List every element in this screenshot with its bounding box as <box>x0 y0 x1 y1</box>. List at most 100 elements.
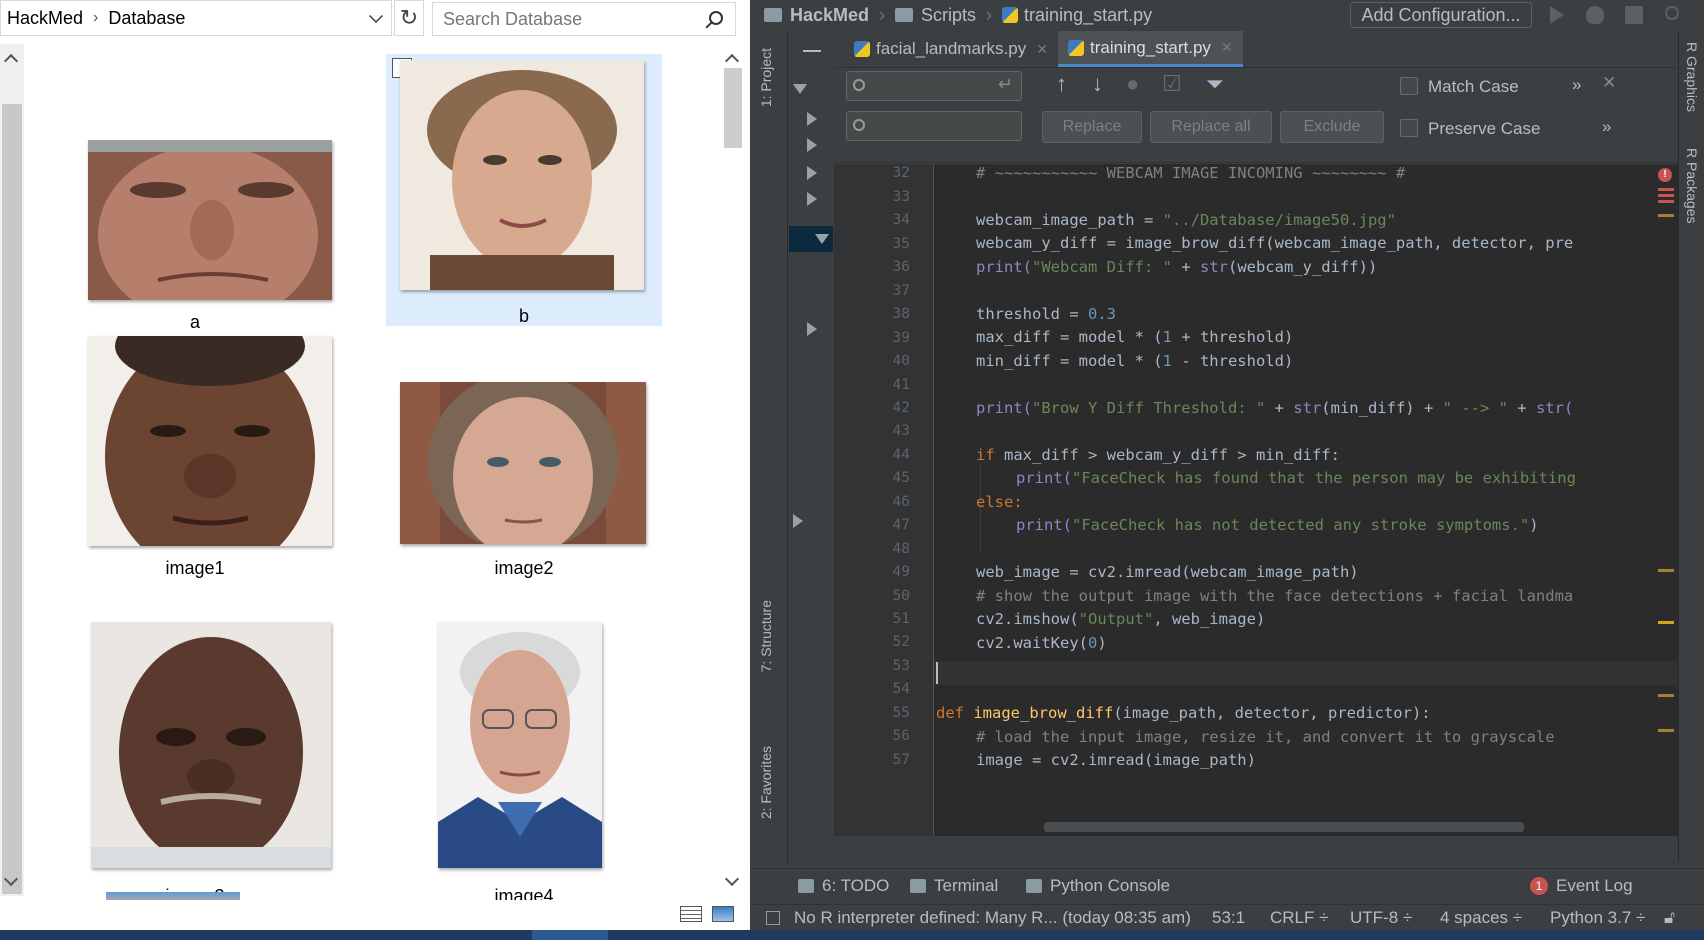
error-indicator-icon[interactable]: ! <box>1658 168 1672 182</box>
warning-stripe-marker[interactable] <box>1658 729 1674 732</box>
run-icon[interactable] <box>1550 6 1564 24</box>
large-icons-view-icon[interactable] <box>712 906 734 922</box>
line-separator[interactable]: CRLF ÷ <box>1270 908 1328 928</box>
preserve-case-checkbox[interactable] <box>1400 119 1418 137</box>
find-input[interactable]: ↵ <box>846 71 1022 101</box>
toggle-tool-windows-icon[interactable] <box>766 911 780 925</box>
tree-collapsed-icon[interactable] <box>807 166 817 180</box>
python-interpreter[interactable]: Python 3.7 ÷ <box>1550 908 1645 928</box>
search-input[interactable] <box>443 8 693 30</box>
project-tool-tab[interactable]: 1: Project <box>758 48 774 107</box>
tab-training-start[interactable]: training_start.py ✕ <box>1057 31 1243 67</box>
file-explorer-window: HackMed › Database ↻ a <box>0 0 748 930</box>
tree-collapsed-icon[interactable] <box>807 112 817 126</box>
code-line-35: webcam_y_diff = image_brow_diff(webcam_i… <box>976 234 1573 252</box>
more-options-icon[interactable]: » <box>1572 75 1581 95</box>
caret-position[interactable]: 53:1 <box>1212 908 1245 928</box>
terminal-tool-button[interactable]: Terminal <box>910 876 998 896</box>
horizontal-scrollbar[interactable] <box>1044 822 1524 832</box>
tree-collapsed-icon[interactable] <box>807 192 817 206</box>
refresh-button[interactable]: ↻ <box>394 0 424 36</box>
file-item[interactable]: image3 <box>48 620 342 900</box>
ide-window: HackMed › Scripts › training_start.py Ad… <box>750 0 1704 930</box>
nav-crumb-project[interactable]: HackMed <box>764 5 869 26</box>
code-editor[interactable]: 3132333435363738394041424344454647484950… <box>834 164 1678 836</box>
select-all-icon[interactable]: ☑ <box>1162 71 1182 97</box>
arrow-down-icon[interactable]: ↓ <box>1092 71 1103 97</box>
structure-tool-tab[interactable]: 7: Structure <box>758 600 774 672</box>
line-number: 46 <box>892 493 910 510</box>
error-stripe-marker[interactable] <box>1658 188 1674 191</box>
code-area[interactable]: # ~~~~~~~~~~~ WEBCAM IMAGE INCOMING ~~~~… <box>934 164 1678 836</box>
tree-expand-icon[interactable] <box>815 234 829 244</box>
file-item[interactable] <box>106 888 256 900</box>
scroll-up-icon[interactable] <box>3 53 19 69</box>
scrollbar-right[interactable] <box>722 44 744 896</box>
line-number: 53 <box>892 657 910 674</box>
breadcrumb-hackmed[interactable]: HackMed <box>7 8 83 29</box>
replace-input[interactable] <box>846 111 1022 141</box>
error-stripe-marker[interactable] <box>1658 200 1674 203</box>
scrollbar-thumb[interactable] <box>724 68 742 148</box>
chevron-down-icon[interactable] <box>369 9 383 23</box>
warning-stripe-marker[interactable] <box>1658 214 1674 217</box>
search-icon[interactable] <box>709 11 723 25</box>
file-item[interactable]: a <box>48 50 342 332</box>
warning-stripe-marker[interactable] <box>1658 694 1674 697</box>
tree-expand-icon[interactable] <box>793 84 807 94</box>
lock-icon[interactable]: 🔓︎ <box>1664 908 1675 928</box>
match-case-checkbox[interactable] <box>1400 77 1418 95</box>
replace-all-button[interactable]: Replace all <box>1150 111 1272 143</box>
more-options-icon[interactable]: » <box>1602 117 1611 137</box>
exclude-button[interactable]: Exclude <box>1280 111 1384 143</box>
filter-icon[interactable]: ⏷ <box>1206 71 1224 97</box>
nav-crumb-file[interactable]: training_start.py <box>1002 5 1152 26</box>
file-item[interactable]: image1 <box>48 336 342 616</box>
close-icon[interactable]: ✕ <box>1036 41 1048 58</box>
details-view-icon[interactable] <box>680 906 702 922</box>
r-packages-tool-tab[interactable]: R Packages <box>1684 148 1700 223</box>
replace-button[interactable]: Replace <box>1042 111 1142 143</box>
arrow-up-icon[interactable]: ↑ <box>1056 71 1067 97</box>
tree-collapsed-icon[interactable] <box>807 138 817 152</box>
code-text: (image_path, detector, predictor): <box>1113 704 1431 722</box>
stop-icon[interactable] <box>1625 6 1643 24</box>
search-box[interactable] <box>432 2 736 36</box>
python-console-tool-button[interactable]: Python Console <box>1026 876 1170 896</box>
debug-icon[interactable] <box>1586 6 1604 24</box>
file-item-selected[interactable]: b <box>386 54 662 326</box>
scroll-down-icon[interactable] <box>724 871 740 887</box>
close-icon[interactable]: ✕ <box>1221 39 1233 56</box>
favorites-tool-tab[interactable]: 2: Favorites <box>758 746 774 819</box>
tab-facial-landmarks[interactable]: facial_landmarks.py ✕ <box>844 31 1058 67</box>
tree-collapsed-icon[interactable] <box>807 322 817 336</box>
search-everywhere-icon[interactable] <box>1665 6 1679 20</box>
warning-stripe-marker[interactable] <box>1658 569 1674 572</box>
file-encoding[interactable]: UTF-8 ÷ <box>1350 908 1412 928</box>
find-all-icon[interactable]: ● <box>1126 71 1139 97</box>
status-message[interactable]: No R interpreter defined: Many R... (tod… <box>794 908 1191 928</box>
event-log-tool-button[interactable]: 1 Event Log <box>1530 876 1633 896</box>
code-line-56: # load the input image, resize it, and c… <box>976 728 1555 746</box>
address-bar[interactable]: HackMed › Database <box>0 0 392 36</box>
line-number: 32 <box>892 165 910 182</box>
close-find-icon[interactable]: ✕ <box>1602 73 1616 93</box>
scrollbar-thumb[interactable] <box>2 104 22 894</box>
warning-stripe-marker[interactable] <box>1658 621 1674 624</box>
breadcrumb-database[interactable]: Database <box>108 8 185 29</box>
add-configuration-button[interactable]: Add Configuration... <box>1350 2 1532 28</box>
error-stripe-marker[interactable] <box>1658 194 1674 197</box>
tree-collapsed-icon[interactable] <box>793 514 803 528</box>
indent-setting[interactable]: 4 spaces ÷ <box>1440 908 1522 928</box>
code-string: "../Database/image50.jpg" <box>1162 211 1396 229</box>
file-item[interactable]: image2 <box>386 336 662 616</box>
taskbar-active-item[interactable] <box>532 930 608 940</box>
scroll-up-icon[interactable] <box>724 53 740 69</box>
collapse-icon[interactable] <box>803 50 821 52</box>
nav-crumb-folder[interactable]: Scripts <box>895 5 976 26</box>
terminal-icon <box>910 878 926 893</box>
r-graphics-tool-tab[interactable]: R Graphics <box>1684 42 1700 112</box>
todo-tool-button[interactable]: 6: TODO <box>798 876 889 896</box>
scrollbar-left[interactable] <box>0 44 24 896</box>
file-item[interactable]: image4 <box>386 620 662 900</box>
